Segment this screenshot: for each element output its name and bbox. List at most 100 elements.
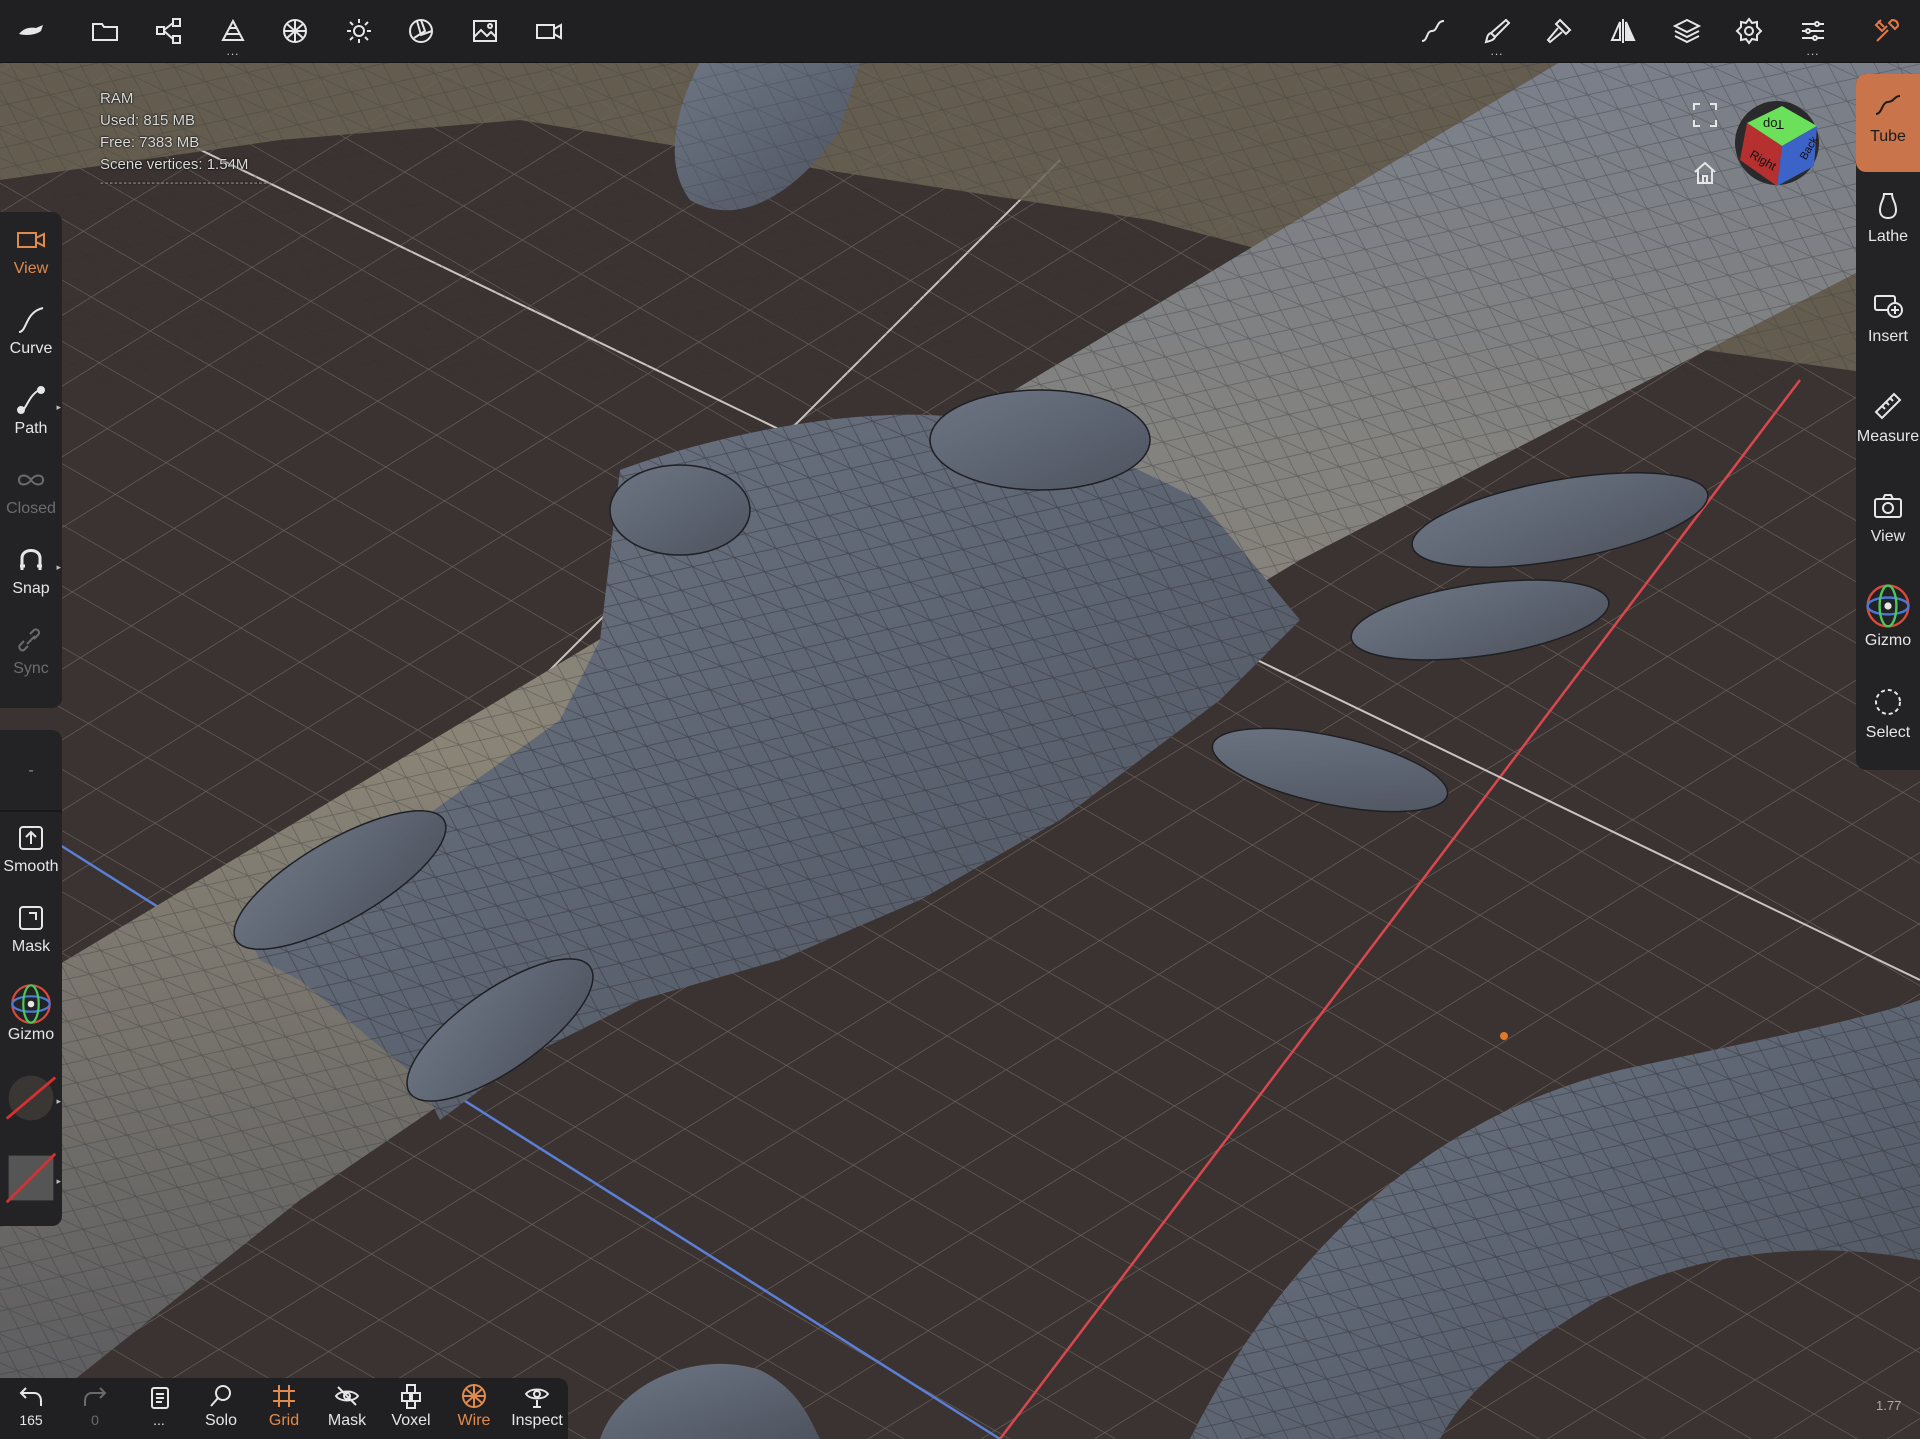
ram-label: RAM [100, 90, 134, 107]
view-cube-top-label: Top [1763, 117, 1784, 132]
voxel-icon [401, 1384, 421, 1409]
gizmo-icon [11, 984, 51, 1024]
inspect-eye-icon [524, 1388, 550, 1408]
wire-label: Wire [457, 1412, 491, 1429]
history-button[interactable]: ... [128, 1382, 190, 1438]
material-icon[interactable] [272, 8, 318, 54]
left-tool-path[interactable]: Path ▸ [0, 384, 62, 438]
redo-button[interactable]: 0 [64, 1382, 126, 1438]
left-tool-snap[interactable]: Snap ▸ [0, 544, 62, 598]
undo-button[interactable]: 165 [0, 1382, 62, 1438]
mask-visibility-button[interactable]: Mask [316, 1382, 378, 1438]
left-tool-curve[interactable]: Curve [0, 304, 62, 358]
insert-icon [1874, 295, 1903, 318]
right-tool-lathe[interactable]: Lathe [1856, 190, 1920, 246]
home-icon[interactable] [1690, 158, 1720, 188]
camera-video-icon[interactable] [526, 8, 572, 54]
stroke-icon[interactable] [1410, 8, 1456, 54]
inspect-button[interactable]: Inspect [506, 1382, 568, 1438]
light-icon[interactable] [336, 8, 382, 54]
tools-icon[interactable] [1864, 8, 1910, 54]
right-tool-label: Select [1865, 724, 1911, 741]
wire-button[interactable]: Wire [443, 1382, 505, 1438]
3d-viewport[interactable] [0, 0, 1920, 1439]
bottom-toolbar: 165 0 ... Solo Grid Mask Voxel Wire Insp… [0, 1378, 568, 1439]
solo-button[interactable]: Solo [190, 1382, 252, 1438]
left-tool-label: Snap [12, 580, 50, 597]
material-sphere-swatch[interactable]: ▸ [0, 1070, 62, 1126]
camera-icon [1874, 494, 1902, 518]
folder-icon[interactable] [82, 8, 128, 54]
brush-icon[interactable]: ... [1474, 8, 1520, 57]
link-icon [18, 628, 41, 652]
left-tool-label: Curve [9, 340, 53, 357]
postprocess-icon[interactable] [398, 8, 444, 54]
blank-label: - [28, 762, 34, 779]
path-icon [17, 386, 45, 414]
sliders-icon[interactable]: ... [1790, 8, 1836, 57]
left-tool-smooth[interactable]: Smooth [0, 822, 62, 876]
layers-icon[interactable] [1664, 8, 1710, 54]
lasso-select-icon [1875, 689, 1901, 715]
logo-icon[interactable] [8, 8, 54, 54]
smooth-label: Smooth [3, 858, 59, 875]
symmetry-icon[interactable] [1600, 8, 1646, 54]
left-tool-label: Sync [13, 660, 49, 677]
mesh-knuckle-2 [609, 464, 751, 556]
left-tool-closed[interactable]: Closed [0, 464, 62, 518]
redo-count: 0 [91, 1412, 99, 1428]
stats-separator: ------------------------------------- [100, 177, 273, 189]
top-toolbar: ... ... ... [0, 0, 1920, 63]
submenu-arrow-icon: ▸ [56, 1096, 61, 1106]
mask-label: Mask [11, 938, 51, 955]
right-tool-gizmo[interactable]: Gizmo [1856, 582, 1920, 650]
settings-icon[interactable] [1726, 8, 1772, 54]
fullscreen-icon[interactable] [1690, 100, 1720, 130]
pivot-point[interactable] [1500, 1032, 1508, 1040]
smooth-icon [19, 826, 43, 850]
mask-visibility-label: Mask [327, 1412, 367, 1429]
curve-icon [18, 307, 44, 333]
voxel-button[interactable]: Voxel [380, 1382, 442, 1438]
ram-used: Used: 815 MB [100, 112, 196, 129]
right-tool-label: View [1870, 528, 1906, 545]
infinity-icon [17, 474, 45, 486]
ram-free: Free: 7383 MB [100, 134, 200, 151]
left-tool-label: Closed [6, 500, 56, 517]
magnet-icon [20, 549, 42, 570]
voxel-label: Voxel [391, 1412, 431, 1429]
left-tool-mask[interactable]: Mask [0, 902, 62, 956]
memory-stats: RAM Used: 815 MB Free: 7383 MB Scene ver… [100, 88, 273, 190]
hammer-icon[interactable] [1536, 8, 1582, 54]
undo-count: 165 [19, 1412, 43, 1428]
left-tool-panel: View Curve Path ▸ Closed Snap ▸ Sync [0, 212, 62, 708]
right-tool-insert[interactable]: Insert [1856, 290, 1920, 346]
background-image-icon[interactable] [462, 8, 508, 54]
color-swatch[interactable]: ▸ [0, 1150, 62, 1206]
view-cube[interactable]: Top Right Back [1732, 98, 1822, 188]
right-tool-label: Lathe [1867, 228, 1909, 245]
document-icon [151, 1387, 169, 1409]
gizmo-label: Gizmo [7, 1026, 55, 1043]
primitives-icon[interactable]: ... [210, 8, 256, 57]
right-tool-measure[interactable]: Measure [1856, 390, 1920, 446]
submenu-arrow-icon: ▸ [56, 562, 61, 572]
gizmo-icon [1866, 584, 1910, 628]
left-tool-label: Path [14, 420, 48, 437]
left-tool-sync[interactable]: Sync [0, 624, 62, 678]
inspect-label: Inspect [511, 1412, 563, 1429]
scene-graph-icon[interactable] [146, 8, 192, 54]
grid-button[interactable]: Grid [253, 1382, 315, 1438]
right-tool-select[interactable]: Select [1856, 686, 1920, 742]
undo-icon [19, 1387, 42, 1406]
grid-label: Grid [268, 1412, 300, 1429]
left-tool-gizmo[interactable]: Gizmo [0, 982, 62, 1044]
corner-value: 1.77 [1876, 1398, 1902, 1413]
left-lower-panel: - Smooth Mask Gizmo ▸ ▸ [0, 730, 62, 1226]
right-tool-label: Tube [1870, 128, 1906, 145]
left-tool-view[interactable]: View [0, 224, 62, 278]
right-tool-tube[interactable]: Tube [1856, 74, 1920, 172]
left-blank-slot: - [0, 758, 62, 780]
right-tool-view[interactable]: View [1856, 490, 1920, 546]
search-icon [210, 1385, 231, 1407]
